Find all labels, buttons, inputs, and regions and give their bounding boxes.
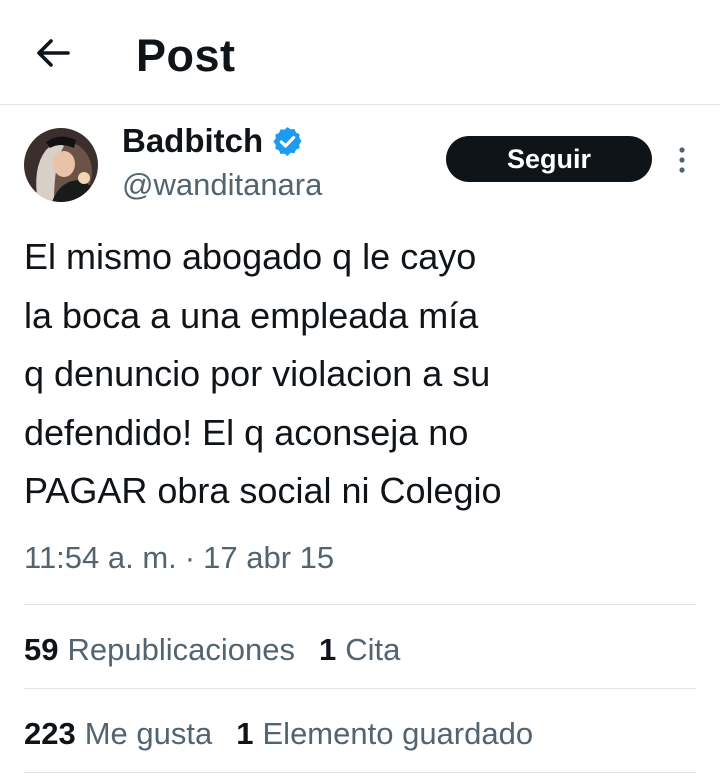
avatar-photo	[24, 128, 98, 202]
top-bar: Post	[0, 0, 720, 105]
reposts-label: Republicaciones	[67, 632, 295, 667]
bookmarks-label: Elemento guardado	[262, 716, 534, 751]
tweet-text-line: defendido! El q aconseja no	[24, 411, 469, 453]
timestamp-separator: ·	[184, 540, 196, 575]
more-options-button[interactable]	[666, 140, 698, 180]
tweet-timestamp: 11:54 a. m. · 17 abr 15	[24, 538, 334, 578]
avatar[interactable]	[24, 128, 98, 202]
tweet-text: El mismo abogado q le cayo la boca a una…	[24, 228, 704, 521]
likes-label: Me gusta	[84, 716, 213, 751]
engagement-stats-row: 59 Republicaciones 1 Cita	[24, 619, 424, 681]
reposts-count: 59	[24, 632, 59, 667]
engagement-stats-row: 223 Me gusta 1 Elemento guardado	[24, 703, 557, 765]
back-button[interactable]	[28, 28, 78, 78]
arrow-left-icon	[37, 39, 70, 67]
divider	[24, 688, 696, 689]
tweet-text-line: la boca a una empleada mía	[24, 294, 479, 336]
follow-button[interactable]: Seguir	[446, 136, 652, 182]
reposts-stat[interactable]: 59 Republicaciones	[24, 632, 295, 668]
author-display-name[interactable]: Badbitch	[122, 120, 263, 162]
tweet-text-line: El mismo abogado q le cayo	[24, 236, 477, 277]
page-title: Post	[136, 30, 236, 81]
likes-stat[interactable]: 223 Me gusta	[24, 716, 212, 752]
author-name-row: Badbitch	[122, 120, 304, 162]
tweet-text-line: PAGAR obra social ni Colegio	[24, 470, 502, 511]
quotes-stat[interactable]: 1 Cita	[319, 632, 400, 668]
quotes-count: 1	[318, 632, 337, 667]
bookmarks-count: 1	[236, 716, 254, 751]
tweet-date[interactable]: 17 abr 15	[203, 538, 334, 578]
tweet-time[interactable]: 11:54 a. m.	[24, 538, 177, 578]
divider	[24, 772, 696, 773]
more-vertical-icon	[679, 147, 685, 173]
author-handle[interactable]: @wanditanara	[122, 166, 322, 204]
divider	[24, 604, 696, 605]
bookmarks-stat[interactable]: 1 Elemento guardado	[236, 716, 533, 752]
verified-badge-icon	[271, 125, 304, 158]
likes-count: 223	[24, 716, 76, 751]
quotes-label: Cita	[345, 632, 401, 667]
tweet-text-line: q denuncio por violacion a su	[24, 353, 491, 394]
